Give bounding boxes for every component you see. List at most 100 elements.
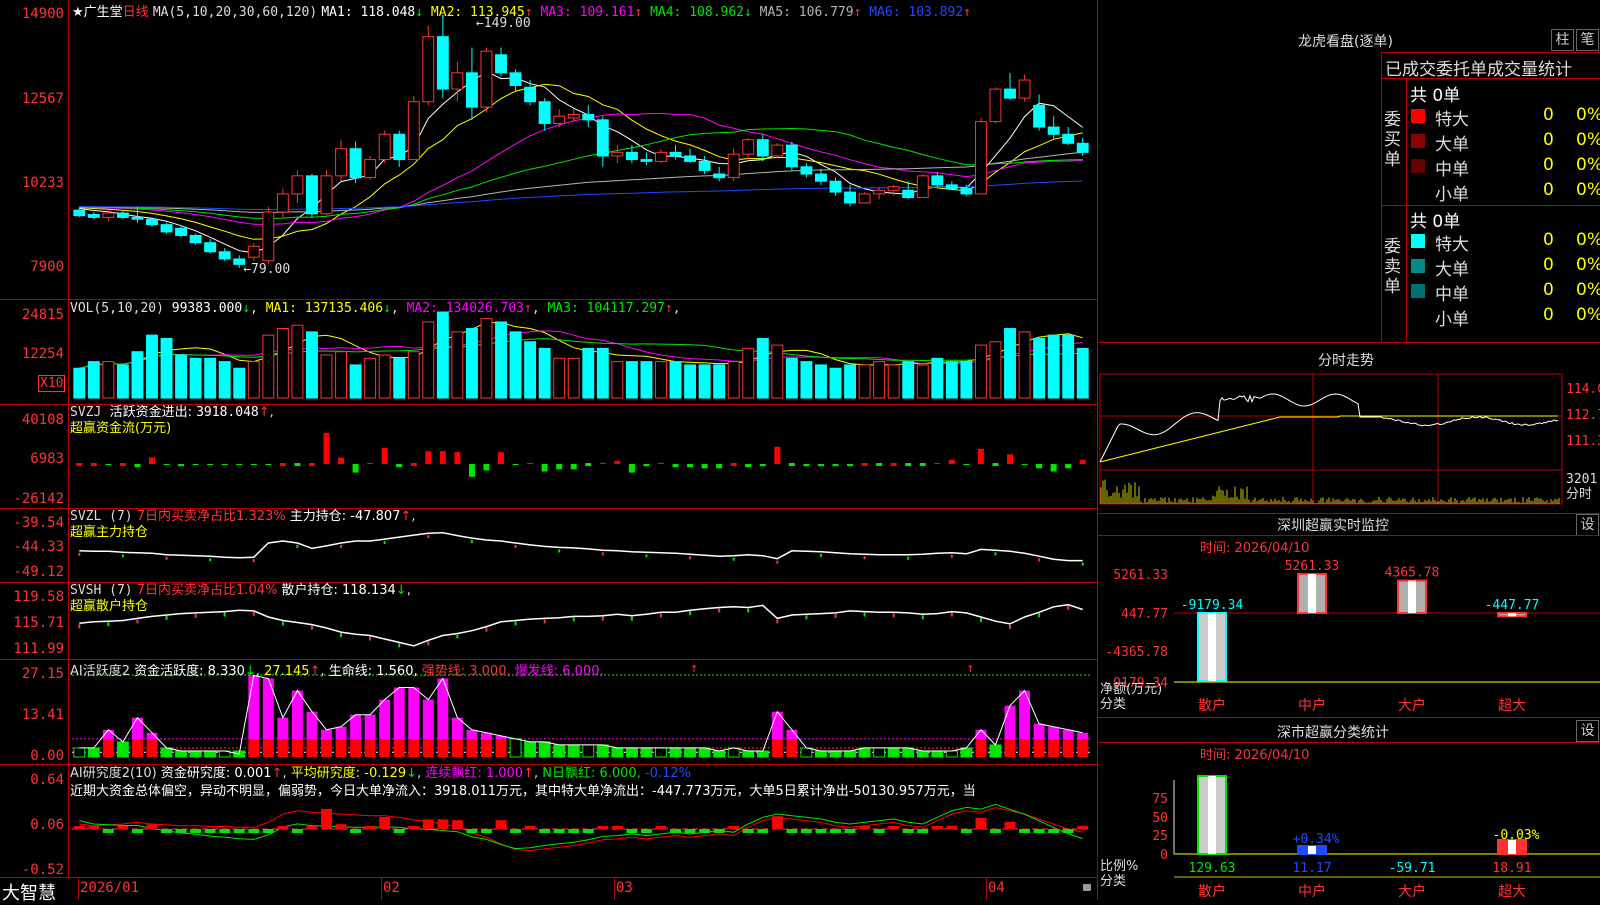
svsh-tick <box>980 618 982 622</box>
monitor-ylabel: 净额(万元) <box>1100 682 1162 697</box>
candle <box>641 160 652 162</box>
research-bar <box>757 829 768 833</box>
vol-bar <box>641 362 652 398</box>
candle <box>1005 89 1016 98</box>
ai2-bar <box>626 748 637 757</box>
candle <box>481 51 492 107</box>
vol-bar <box>408 352 419 398</box>
ai2-base <box>481 739 492 757</box>
svzj-bar <box>367 463 373 464</box>
candle <box>263 212 274 261</box>
svzj-bar <box>1065 464 1071 468</box>
candle <box>292 176 303 194</box>
vol-bar <box>277 329 288 398</box>
candle <box>946 185 957 189</box>
classify-category: 散户 <box>1198 883 1226 900</box>
svzj-bar <box>309 463 315 466</box>
svsh-header: SVSH (7) 7日内买卖净占比1.04% 散户持仓: 118.134↓, 超… <box>70 583 411 615</box>
svsh-tick <box>78 624 80 628</box>
monitor-settings-button[interactable]: 设 <box>1576 514 1599 536</box>
svzl-sub: 超赢主力持仓 <box>70 525 416 541</box>
monitor-category: 超大 <box>1498 698 1526 714</box>
svzj-bar <box>207 464 213 465</box>
lock-icon[interactable] <box>1083 884 1091 891</box>
svzj-bar <box>1051 464 1057 472</box>
candle <box>757 140 768 156</box>
svsh-tick <box>107 622 109 626</box>
svzj-bar <box>527 463 533 464</box>
vol-bar <box>539 348 550 398</box>
svsh-tick <box>398 643 400 647</box>
research-bar <box>874 829 885 833</box>
research-bar <box>263 829 274 833</box>
svzj-bar <box>353 464 359 473</box>
candle <box>132 217 143 219</box>
svsh-desc: 7日内买卖净占比1.04% <box>137 583 278 598</box>
vol-bar <box>656 362 667 398</box>
svzl-tick <box>78 553 80 556</box>
vol-bar <box>481 319 492 398</box>
vol-header: VOL(5,10,20) 99383.000↓, MA1: 137135.406… <box>70 301 681 316</box>
vol-ma-2: MA2: 134026.703↑ <box>407 301 532 316</box>
svzj-name: SVZJ <box>70 405 101 420</box>
ai2-base <box>277 739 288 757</box>
candle <box>321 176 332 214</box>
intraday-vol-unit: 分时 <box>1566 487 1592 502</box>
ai2-base <box>496 739 507 757</box>
tab-bar-view[interactable]: 柱 <box>1551 29 1574 51</box>
legend-swatch <box>1411 309 1425 323</box>
tab-tick-view[interactable]: 笔 <box>1576 29 1599 51</box>
candle <box>714 174 725 178</box>
candle <box>525 87 536 101</box>
ai2-bar <box>510 739 521 757</box>
ai2-base <box>1077 739 1088 757</box>
research-bar <box>147 824 158 829</box>
ai2-bar <box>554 745 565 757</box>
monitor-bar-value: 5261.33 <box>1285 559 1340 574</box>
low-annotation: ←79.00 <box>243 262 290 277</box>
svsh-label: 散户持仓: <box>281 583 337 598</box>
classify-category: 大户 <box>1398 883 1426 900</box>
svzl-tick <box>864 556 866 559</box>
svzl-label: 主力持仓: <box>290 509 346 524</box>
row-count: 0 <box>1543 305 1554 325</box>
research-bar <box>961 829 972 833</box>
svzj-bar <box>178 464 184 466</box>
ai2-base <box>336 739 347 757</box>
vol-bar <box>103 362 114 398</box>
vol-bar <box>917 365 928 398</box>
svzl-tick <box>776 561 778 564</box>
research-bar <box>772 816 783 829</box>
ai2-base <box>408 739 419 757</box>
svzl-tick <box>820 554 822 557</box>
research-bar <box>917 829 928 833</box>
svsh-value: 118.134 <box>342 583 396 598</box>
row-count: 0 <box>1543 130 1554 150</box>
ai2-bar <box>248 675 259 739</box>
ai2-bar <box>583 745 594 757</box>
row-count: 0 <box>1543 155 1554 175</box>
candle <box>379 134 390 159</box>
candle <box>1077 143 1088 152</box>
candle <box>874 190 885 194</box>
legend-swatch <box>1411 134 1425 148</box>
vol-bar <box>685 365 696 398</box>
svsh-name: SVSH (7) <box>70 583 133 598</box>
svzl-tick <box>253 559 255 562</box>
research-bar <box>656 826 667 829</box>
vol-arrow: ↓ <box>242 301 250 316</box>
research-bar <box>568 829 579 833</box>
svzj-bar <box>891 463 897 466</box>
research-bar <box>1077 826 1088 829</box>
research-bar <box>975 818 986 829</box>
classify-settings-button[interactable]: 设 <box>1576 720 1599 742</box>
research-bar <box>699 829 710 833</box>
svzj-label: 活跃资金进出: <box>110 405 192 420</box>
row-pct: 0% <box>1576 130 1600 150</box>
vol-bar <box>423 322 434 398</box>
svzj-bar <box>120 463 126 466</box>
vol-bar <box>583 348 594 398</box>
classify-value: 129.63 <box>1189 861 1236 876</box>
candle <box>88 215 99 218</box>
research-bar <box>510 829 521 833</box>
